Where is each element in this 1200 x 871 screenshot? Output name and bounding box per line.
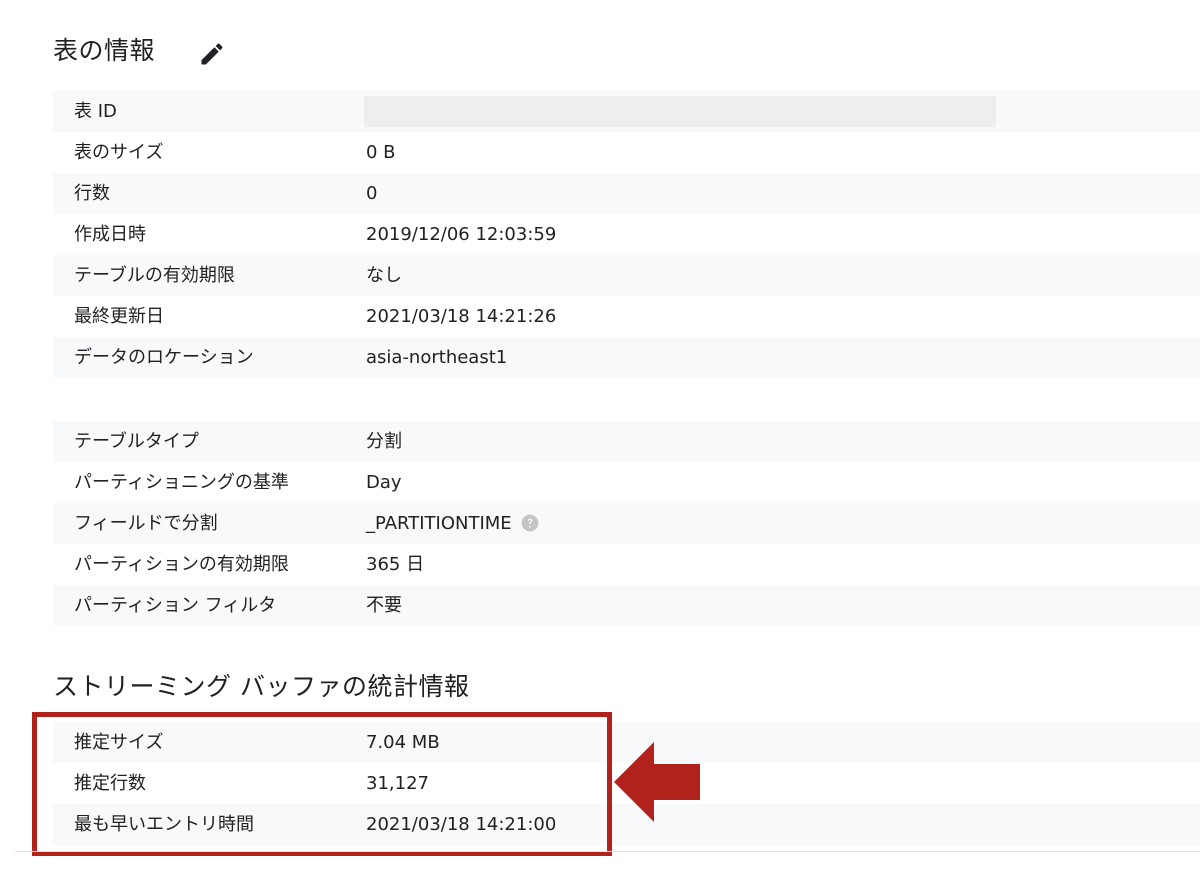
row-value: なし: [366, 265, 402, 286]
row-value: 0: [366, 183, 378, 204]
row-label: 行数: [74, 183, 110, 204]
row-label: パーティションの有効期限: [74, 554, 289, 575]
info-row-row-count: 行数 0: [53, 173, 1200, 214]
row-value: 2021/03/18 14:21:26: [366, 306, 557, 327]
pencil-icon[interactable]: [198, 40, 226, 68]
table-info-list: 表 ID 表のサイズ 0 B 行数 0 作成日時 2019/12/06 12:0…: [53, 91, 1200, 378]
table-details-page: 表の情報 表 ID 表のサイズ 0 B 行数 0 作成日時 2019/12/06…: [0, 0, 1200, 871]
row-label: パーティション フィルタ: [74, 595, 277, 616]
help-circle-icon[interactable]: [520, 513, 540, 533]
row-value: 0 B: [366, 142, 396, 163]
row-label: フィールドで分割: [74, 513, 218, 534]
row-value: 分割: [366, 431, 402, 452]
row-label: パーティショニングの基準: [74, 472, 289, 493]
streaming-buffer-title: ストリーミング バッファの統計情報: [53, 672, 470, 701]
row-value: _PARTITIONTIME: [366, 513, 512, 534]
row-label: 作成日時: [74, 224, 146, 245]
row-value-container: _PARTITIONTIME: [366, 503, 540, 544]
row-label: 表 ID: [74, 101, 117, 122]
info-row-last-modified: 最終更新日 2021/03/18 14:21:26: [53, 296, 1200, 337]
row-label: テーブルの有効期限: [74, 265, 235, 286]
row-label: テーブルタイプ: [74, 431, 199, 452]
table-info-title: 表の情報: [53, 36, 156, 65]
bottom-divider: [15, 851, 1200, 852]
info-row-partitioning-basis: パーティショニングの基準 Day: [53, 462, 1200, 503]
info-row-partition-field: フィールドで分割 _PARTITIONTIME: [53, 503, 1200, 544]
info-row-partition-expiration: パーティションの有効期限 365 日: [53, 544, 1200, 585]
info-row-table-type: テーブルタイプ 分割: [53, 421, 1200, 462]
info-row-expiration: テーブルの有効期限 なし: [53, 255, 1200, 296]
row-value: 不要: [366, 595, 402, 616]
redacted-value: [364, 96, 996, 127]
info-row-table-id: 表 ID: [53, 91, 1200, 132]
row-label: 表のサイズ: [74, 142, 164, 163]
row-value: 365 日: [366, 554, 425, 575]
row-value: asia-northeast1: [366, 347, 508, 368]
row-value: Day: [366, 472, 402, 493]
info-row-location: データのロケーション asia-northeast1: [53, 337, 1200, 378]
partition-info-list: テーブルタイプ 分割 パーティショニングの基準 Day フィールドで分割 _PA…: [53, 421, 1200, 626]
left-arrow-icon: [614, 742, 700, 822]
info-row-created: 作成日時 2019/12/06 12:03:59: [53, 214, 1200, 255]
row-value: 2019/12/06 12:03:59: [366, 224, 557, 245]
info-row-size: 表のサイズ 0 B: [53, 132, 1200, 173]
highlight-box: [32, 712, 612, 856]
row-label: データのロケーション: [74, 347, 254, 368]
info-row-partition-filter: パーティション フィルタ 不要: [53, 585, 1200, 626]
row-label: 最終更新日: [74, 306, 164, 327]
